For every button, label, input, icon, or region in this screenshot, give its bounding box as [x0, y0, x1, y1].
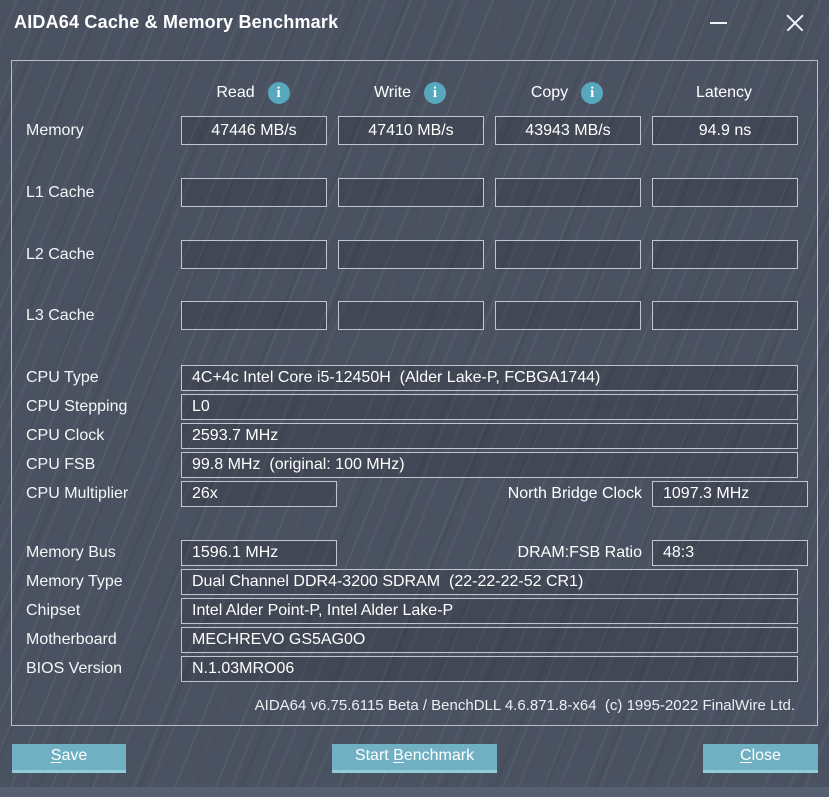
cpu-stepping-value: L0: [181, 394, 798, 420]
row-label-l3-cache: L3 Cache: [26, 306, 95, 324]
l1-copy-value: [495, 178, 641, 207]
save-button-label-key: S: [50, 747, 62, 764]
window-title: AIDA64 Cache & Memory Benchmark: [14, 12, 339, 32]
bios-version-value: N.1.03MRO06: [181, 656, 798, 682]
north-bridge-clock-value: 1097.3 MHz: [652, 481, 808, 507]
row-label-chipset: Chipset: [26, 602, 81, 619]
l1-read-value: [181, 178, 327, 207]
minimize-icon: [709, 22, 727, 24]
aida64-benchmark-window: { "colors": { "accent": "#58a8bd", "butt…: [0, 0, 829, 797]
cpu-clock-value: 2593.7 MHz: [181, 423, 798, 449]
memory-bus-value: 1596.1 MHz: [181, 540, 337, 566]
start-benchmark-label-post: enchmark: [403, 747, 475, 764]
l2-read-value: [181, 240, 327, 269]
label-north-bridge-clock: North Bridge Clock: [507, 485, 642, 502]
l3-copy-value: [495, 301, 641, 330]
save-button-label-post: ave: [61, 747, 88, 764]
column-header-copy-label: Copy: [530, 84, 569, 101]
benchmark-panel: Read i Write i Copy i Latency Memory 474…: [11, 60, 818, 726]
row-label-cpu-stepping: CPU Stepping: [26, 398, 128, 415]
column-header-write: Write i: [338, 81, 482, 105]
memory-read-value: 47446 MB/s: [181, 116, 327, 145]
row-label-cpu-fsb: CPU FSB: [26, 456, 96, 473]
start-benchmark-label-key: B: [393, 747, 404, 764]
close-button[interactable]: Close: [703, 744, 818, 773]
chipset-value: Intel Alder Point-P, Intel Alder Lake-P: [181, 598, 798, 624]
column-header-copy: Copy i: [495, 81, 639, 105]
l3-read-value: [181, 301, 327, 330]
close-icon: [785, 13, 805, 33]
memory-latency-value: 94.9 ns: [652, 116, 798, 145]
l1-latency-value: [652, 178, 798, 207]
close-button-label-post: lose: [751, 747, 781, 764]
row-label-motherboard: Motherboard: [26, 631, 117, 648]
row-label-memory: Memory: [26, 121, 84, 139]
cpu-fsb-value: 99.8 MHz (original: 100 MHz): [181, 452, 798, 478]
column-header-read-label: Read: [216, 84, 255, 101]
row-label-cpu-multiplier: CPU Multiplier: [26, 485, 129, 502]
row-label-memory-bus: Memory Bus: [26, 544, 116, 561]
column-header-latency: Latency: [652, 81, 796, 105]
motherboard-value: MECHREVO GS5AG0O: [181, 627, 798, 653]
close-button-label-key: C: [740, 747, 752, 764]
dram-fsb-ratio-value: 48:3: [652, 540, 808, 566]
close-window-button[interactable]: [775, 4, 815, 42]
memory-write-value: 47410 MB/s: [338, 116, 484, 145]
info-icon[interactable]: i: [424, 82, 447, 104]
title-bar: AIDA64 Cache & Memory Benchmark: [0, 0, 829, 60]
row-label-l2-cache: L2 Cache: [26, 245, 95, 263]
start-benchmark-button[interactable]: Start Benchmark: [332, 744, 497, 773]
minimize-button[interactable]: [698, 4, 738, 42]
memory-copy-value: 43943 MB/s: [495, 116, 641, 145]
info-icon[interactable]: i: [581, 82, 604, 104]
cpu-multiplier-value: 26x: [181, 481, 337, 507]
label-dram-fsb-ratio: DRAM:FSB Ratio: [517, 544, 642, 561]
cpu-type-value: 4C+4c Intel Core i5-12450H (Alder Lake-P…: [181, 365, 798, 391]
memory-type-value: Dual Channel DDR4-3200 SDRAM (22-22-22-5…: [181, 569, 798, 595]
row-label-bios-version: BIOS Version: [26, 660, 123, 677]
row-label-l1-cache: L1 Cache: [26, 183, 95, 201]
l3-write-value: [338, 301, 484, 330]
l2-latency-value: [652, 240, 798, 269]
row-label-cpu-clock: CPU Clock: [26, 427, 105, 444]
l1-write-value: [338, 178, 484, 207]
column-header-latency-label: Latency: [695, 84, 753, 101]
info-icon[interactable]: i: [267, 82, 290, 104]
column-header-write-label: Write: [373, 84, 412, 101]
window-bottom-edge: [0, 787, 829, 797]
save-button[interactable]: Save: [12, 744, 126, 773]
l3-latency-value: [652, 301, 798, 330]
row-label-cpu-type: CPU Type: [26, 369, 99, 386]
l2-copy-value: [495, 240, 641, 269]
row-label-memory-type: Memory Type: [26, 573, 123, 590]
column-header-read: Read i: [181, 81, 325, 105]
start-benchmark-label-pre: Start: [354, 747, 394, 764]
version-copyright-text: AIDA64 v6.75.6115 Beta / BenchDLL 4.6.87…: [254, 697, 795, 714]
l2-write-value: [338, 240, 484, 269]
